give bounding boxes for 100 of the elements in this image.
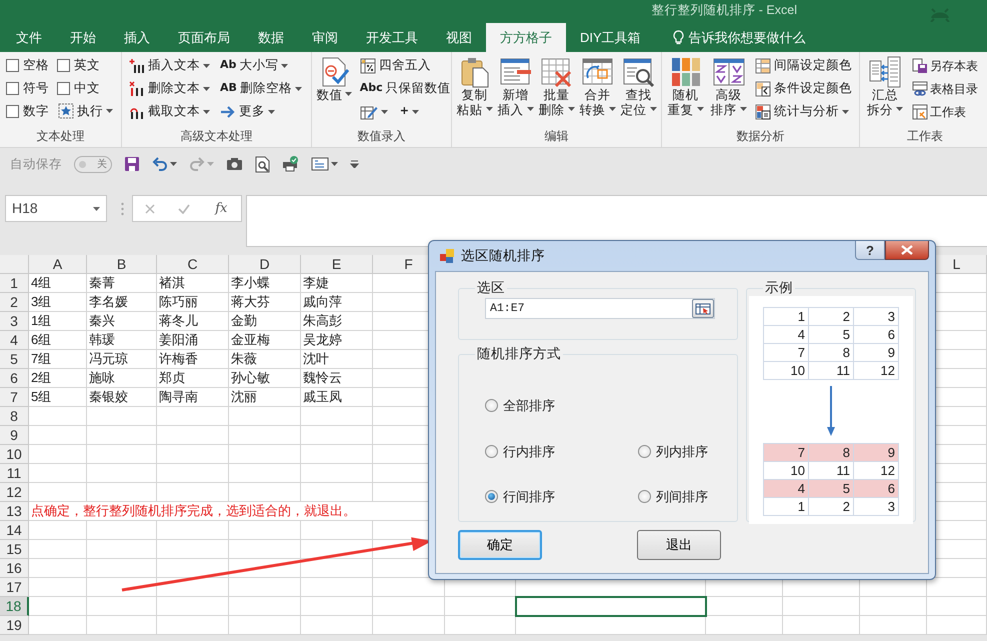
toolbar-button[interactable] [255,156,270,172]
empty-cell[interactable] [229,597,301,616]
row-header[interactable]: 18 [0,597,29,616]
radio-button[interactable] [638,490,651,504]
column-header[interactable]: D [229,255,301,274]
row-header[interactable]: 12 [0,483,29,502]
empty-cell[interactable] [373,597,445,616]
toolbar-button[interactable] [282,156,299,172]
ribbon-button[interactable]: 更多 [219,102,276,121]
row-header[interactable]: 11 [0,464,29,483]
row-header[interactable]: 16 [0,559,29,578]
ribbon-tab[interactable]: 视图 [432,23,486,52]
row-header[interactable]: 8 [0,407,29,426]
empty-cell[interactable] [229,407,301,426]
empty-cell[interactable] [87,540,157,559]
empty-cell[interactable] [229,616,301,635]
ribbon-icon-button[interactable]: + [398,102,420,121]
ribbon-large-button[interactable]: 汇总拆分 [863,56,907,118]
checkbox[interactable] [6,58,19,72]
row-header[interactable]: 14 [0,521,29,540]
dialog-button[interactable]: 确定 [458,530,542,560]
ribbon-tab[interactable]: 文件 [2,23,56,52]
ribbon-large-button[interactable]: 批量删除 [537,56,576,118]
ribbon-tab[interactable]: 开发工具 [352,23,432,52]
row-header[interactable]: 9 [0,426,29,445]
radio-button[interactable] [485,444,498,458]
empty-cell[interactable] [157,426,229,445]
empty-cell[interactable] [301,559,373,578]
empty-cell[interactable] [87,578,157,597]
ribbon-tab[interactable]: 审阅 [298,23,352,52]
radio-button[interactable] [485,490,498,504]
ribbon-button[interactable]: 工作表 [911,102,967,121]
empty-cell[interactable] [87,464,157,483]
toolbar-button[interactable] [311,157,338,171]
empty-cell[interactable] [301,616,373,635]
column-header[interactable]: B [87,255,157,274]
empty-cell[interactable] [157,445,229,464]
ribbon-button[interactable]: 执行 [57,102,114,120]
ribbon-large-button[interactable]: 查找定位 [619,56,658,118]
empty-cell[interactable] [157,483,229,502]
checkbox[interactable] [6,82,19,95]
ribbon-large-button[interactable]: 新增插入 [496,56,535,118]
empty-cell[interactable] [157,540,229,559]
ribbon-tab[interactable]: 数据 [244,23,298,52]
empty-cell[interactable] [157,597,229,616]
row-header[interactable]: 15 [0,540,29,559]
empty-cell[interactable] [229,559,301,578]
ribbon-button[interactable]: 间隔设定颜色 [754,56,853,75]
radio-button[interactable] [485,399,498,412]
empty-cell[interactable] [301,483,373,502]
ribbon-button[interactable]: AB 删除空格 [219,79,303,98]
ribbon-button[interactable]: Ab 大小写 [219,56,290,75]
empty-cell[interactable] [373,616,445,635]
empty-cell[interactable] [927,597,987,616]
checkbox[interactable] [6,104,19,118]
toolbar-button[interactable] [226,157,243,171]
empty-cell[interactable] [783,616,860,635]
ribbon-button[interactable]: 表格目录 [911,79,979,98]
ribbon-button[interactable]: 删除文本 [128,79,211,98]
tell-me-search[interactable]: 告诉我你想要做什么 [668,23,810,52]
column-header[interactable]: E [301,255,373,274]
ribbon-tab[interactable]: 插入 [110,23,164,52]
close-button[interactable] [885,241,929,260]
range-field[interactable]: A1:E7 [485,298,715,320]
empty-cell[interactable] [157,559,229,578]
checkbox[interactable] [57,58,70,72]
empty-cell[interactable] [87,445,157,464]
row-header[interactable]: 17 [0,578,29,597]
ribbon-button[interactable]: 插入文本 [128,56,211,75]
empty-cell[interactable] [301,521,373,540]
column-header[interactable]: A [29,255,87,274]
row-header[interactable]: 7 [0,388,29,407]
empty-cell[interactable] [157,407,229,426]
ribbon-button[interactable]: 另存本表 [911,56,979,75]
ribbon-large-button[interactable]: 数值 [315,56,354,103]
selected-cell[interactable] [516,597,706,616]
empty-cell[interactable] [706,597,783,616]
empty-cell[interactable] [87,597,157,616]
empty-cell[interactable] [927,616,987,635]
empty-cell[interactable] [87,407,157,426]
empty-cell[interactable] [157,578,229,597]
empty-cell[interactable] [229,445,301,464]
empty-cell[interactable] [157,464,229,483]
empty-cell[interactable] [301,464,373,483]
ribbon-button[interactable]: 四舍五入 [358,56,432,75]
empty-cell[interactable] [157,521,229,540]
ribbon-button[interactable]: Abc 只保留数值 [358,79,452,98]
empty-cell[interactable] [706,616,783,635]
row-header[interactable]: 10 [0,445,29,464]
empty-cell[interactable] [860,597,927,616]
empty-cell[interactable] [87,483,157,502]
ribbon-tab[interactable]: DIY工具箱 [566,23,655,52]
empty-cell[interactable] [301,540,373,559]
radio-button[interactable] [638,444,651,458]
empty-cell[interactable] [87,616,157,635]
empty-cell[interactable] [87,521,157,540]
row-header[interactable]: 2 [0,293,29,312]
row-header[interactable]: 4 [0,331,29,350]
empty-cell[interactable] [229,521,301,540]
ribbon-tab[interactable]: 开始 [56,23,110,52]
